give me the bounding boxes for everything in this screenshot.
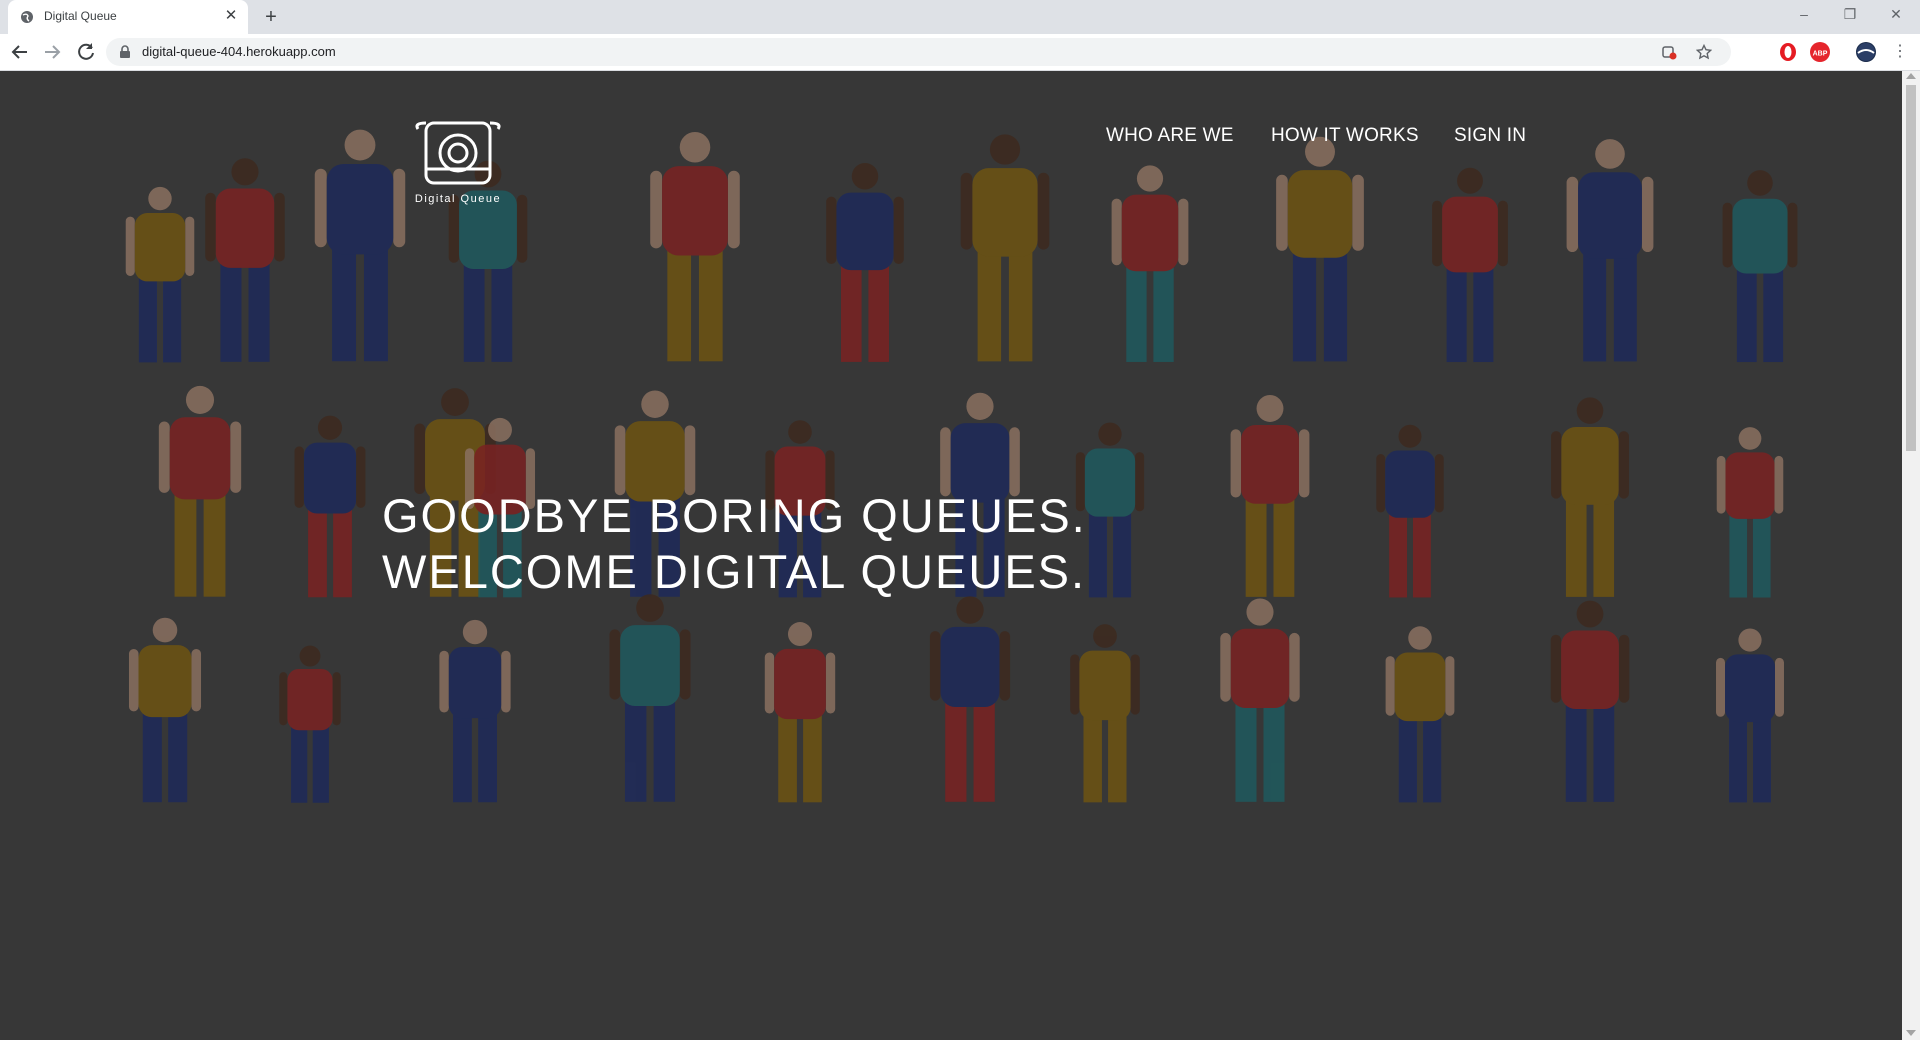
scroll-down-arrow-icon[interactable] [1906,1030,1916,1036]
person-figure [609,594,691,802]
person-figure [1230,395,1310,597]
person-figure [158,385,242,597]
person-figure [125,186,195,363]
site-settings-icon[interactable] [1661,44,1677,60]
browser-toolbar: digital-queue-404.herokuapp.com ABP ⋮ [0,34,1920,71]
browser-menu-icon[interactable]: ⋮ [1888,40,1912,64]
person-figure [764,622,836,803]
adblock-plus-icon[interactable]: ABP [1810,42,1830,62]
queue-logo-icon [415,121,501,185]
hero-heading: GOODBYE BORING QUEUES. WELCOME DIGITAL Q… [382,488,1087,600]
opera-extension-icon[interactable] [1778,42,1798,62]
site-logo[interactable]: Digital Queue [412,121,504,211]
page-scrollbar[interactable] [1902,71,1920,1040]
reload-icon[interactable] [74,40,98,64]
person-figure [1220,598,1300,802]
tab-title: Digital Queue [44,9,117,23]
scroll-up-arrow-icon[interactable] [1906,73,1916,79]
person-figure [1722,170,1798,363]
close-window-icon[interactable]: ✕ [1884,4,1908,24]
landing-page: Digital Queue WHO ARE WE HOW IT WORKS SI… [0,71,1902,1040]
minimize-icon[interactable]: – [1792,4,1816,24]
person-figure [314,129,406,362]
person-figure [294,415,366,598]
browser-tab-bar: Digital Queue ✕ + – ❐ ✕ [0,0,1920,34]
person-figure [1432,167,1508,363]
logo-text: Digital Queue [414,193,502,205]
close-tab-icon[interactable]: ✕ [222,7,240,25]
person-figure [1550,600,1630,802]
person-figure [929,596,1011,802]
browser-tab[interactable]: Digital Queue ✕ [8,0,248,34]
new-tab-button[interactable]: + [260,6,282,28]
address-bar[interactable]: digital-queue-404.herokuapp.com [106,38,1731,66]
nav-sign-in[interactable]: SIGN IN [1454,125,1526,147]
person-figure [1276,136,1364,362]
bookmark-star-icon[interactable] [1696,44,1712,60]
person-figure [1376,424,1444,598]
person-figure [205,158,285,362]
person-figure [960,134,1050,362]
restore-icon[interactable]: ❐ [1838,4,1862,24]
nav-who-are-we[interactable]: WHO ARE WE [1106,125,1234,147]
back-arrow-icon[interactable] [8,40,32,64]
profile-avatar-icon[interactable] [1856,42,1876,62]
person-figure [1551,397,1629,597]
nav-how-it-works[interactable]: HOW IT WORKS [1271,125,1419,147]
scrollbar-thumb[interactable] [1906,85,1916,451]
person-figure [650,131,740,362]
person-figure [1716,427,1784,598]
person-figure [1566,139,1654,362]
person-figure [279,645,341,803]
lock-icon [120,45,130,58]
svg-text:ABP: ABP [1813,51,1828,58]
globe-icon [21,11,33,23]
hero-line-2: WELCOME DIGITAL QUEUES. [382,545,1087,598]
person-figure [1070,624,1140,803]
person-figure [1111,165,1189,362]
person-figure [128,617,202,803]
person-figure [1716,628,1784,803]
person-figure [826,163,904,362]
hero-line-1: GOODBYE BORING QUEUES. [382,489,1087,542]
person-figure [439,619,511,803]
url-text: digital-queue-404.herokuapp.com [142,44,336,59]
forward-arrow-icon[interactable] [40,40,64,64]
person-figure [1385,626,1455,803]
